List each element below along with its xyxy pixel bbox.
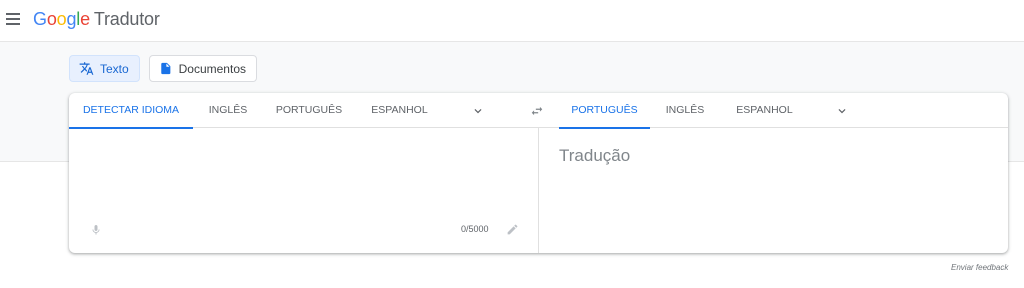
logo-letter-1: G <box>33 9 47 29</box>
logo-letter-6: e <box>80 9 90 29</box>
target-tab-portuguese[interactable]: PORTUGUÊS <box>559 93 650 129</box>
chevron-down-icon[interactable] <box>471 104 485 118</box>
documents-mode-label: Documentos <box>178 61 246 76</box>
translation-card: DETECTAR IDIOMA INGLÊS PORTUGUÊS ESPANHO… <box>69 93 1008 253</box>
product-name: Tradutor <box>93 9 160 29</box>
character-counter: 0/5000 <box>461 224 489 234</box>
logo-letter-3: o <box>56 9 67 29</box>
source-tab-spanish[interactable]: ESPANHOL <box>355 93 444 128</box>
document-icon <box>161 62 171 75</box>
source-tab-detect[interactable]: DETECTAR IDIOMA <box>69 93 193 129</box>
target-tab-english[interactable]: INGLÊS <box>650 93 720 128</box>
chevron-down-icon[interactable] <box>835 104 849 118</box>
mic-icon[interactable] <box>90 222 102 238</box>
logo-letter-4: g <box>66 9 77 29</box>
translation-placeholder: Tradução <box>559 146 631 165</box>
text-mode-button[interactable]: Texto <box>69 55 140 82</box>
source-tab-portuguese[interactable]: PORTUGUÊS <box>263 93 355 128</box>
top-bar: Google Tradutor <box>0 0 1024 42</box>
pencil-icon[interactable] <box>506 223 519 236</box>
translate-icon <box>79 62 94 75</box>
source-tab-english[interactable]: INGLÊS <box>193 93 263 128</box>
swap-icon[interactable] <box>529 104 545 118</box>
source-text-area[interactable]: 0/5000 <box>69 129 538 253</box>
language-bar: DETECTAR IDIOMA INGLÊS PORTUGUÊS ESPANHO… <box>69 93 1008 129</box>
feedback-link[interactable]: Enviar feedback <box>951 263 1008 272</box>
text-mode-label: Texto <box>100 61 129 76</box>
menu-icon[interactable] <box>6 12 22 26</box>
app-logo[interactable]: Google Tradutor <box>33 8 160 30</box>
translation-output: Tradução <box>539 129 1008 253</box>
documents-mode-button[interactable]: Documentos <box>149 55 257 82</box>
target-tab-spanish[interactable]: ESPANHOL <box>720 93 809 128</box>
logo-letter-2: o <box>46 9 57 29</box>
